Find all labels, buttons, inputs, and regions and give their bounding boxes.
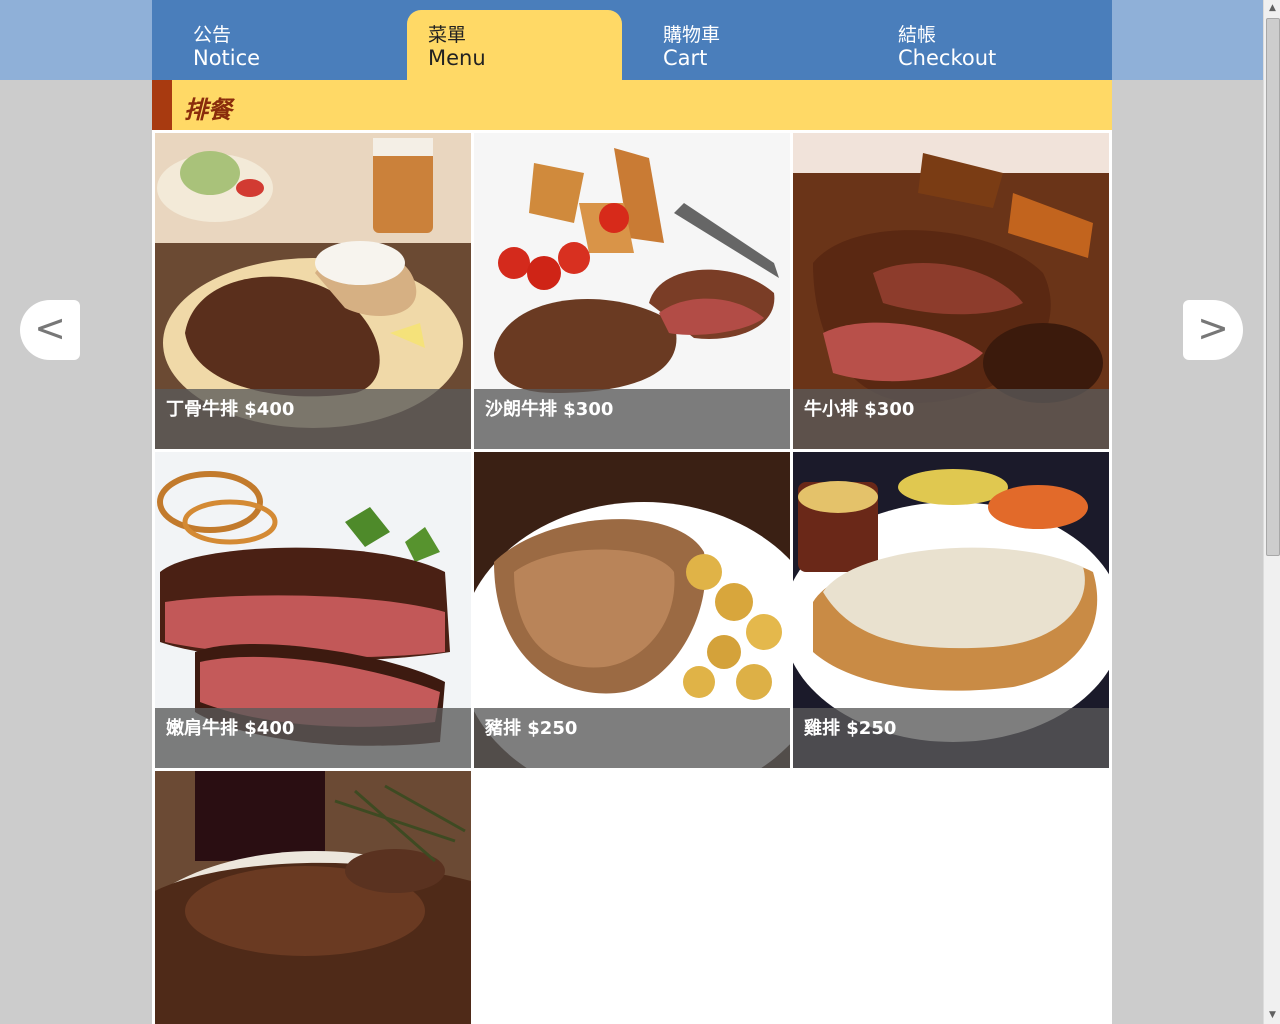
category-title: 排餐 (184, 96, 232, 124)
menu-item-card[interactable]: 雞排 $250 (793, 452, 1109, 768)
tab-notice[interactable]: 公告 Notice (152, 10, 367, 80)
menu-item-label: 豬排 $250 (485, 718, 578, 739)
menu-item-label: 沙朗牛排 $300 (485, 399, 614, 420)
menu-item-card[interactable]: 牛小排 $300 (793, 133, 1109, 449)
menu-item-label: 嫩肩牛排 $400 (166, 718, 295, 739)
menu-item-card[interactable]: 豬排 $250 (474, 452, 790, 768)
menu-item-card[interactable]: 丁骨牛排 $400 (155, 133, 471, 449)
scroll-down-arrow-icon[interactable]: ▼ (1264, 1007, 1280, 1024)
tab-cart[interactable]: 購物車 Cart (642, 10, 857, 80)
tab-notice-en-label: Notice (193, 46, 261, 70)
braised-meat-photo (155, 771, 471, 1024)
tab-menu-zh-label: 菜單 (428, 24, 467, 46)
next-arrow-button[interactable]: > (1183, 300, 1243, 360)
menu-item-caption: 豬排 $250 (474, 708, 790, 768)
menu-item-caption: 牛小排 $300 (793, 389, 1109, 449)
tab-menu[interactable]: 菜單 Menu (407, 10, 622, 80)
menu-grid: 丁骨牛排 $400 沙朗牛排 $300 牛小排 $300 嫩肩牛排 $400 豬… (152, 130, 1112, 1024)
main-navigation: 公告 Notice 菜單 Menu 購物車 Cart 結帳 Checkout (152, 0, 1112, 80)
menu-item-caption: 沙朗牛排 $300 (474, 389, 790, 449)
page-container: 公告 Notice 菜單 Menu 購物車 Cart 結帳 Checkout 排… (152, 0, 1112, 1024)
tab-menu-en-label: Menu (428, 46, 486, 70)
scroll-up-arrow-icon[interactable]: ▲ (1264, 0, 1280, 17)
menu-item-caption: 雞排 $250 (793, 708, 1109, 768)
tab-checkout[interactable]: 結帳 Checkout (877, 10, 1092, 80)
menu-item-caption: 丁骨牛排 $400 (155, 389, 471, 449)
category-accent-bar (152, 80, 172, 130)
tab-checkout-zh-label: 結帳 (898, 24, 937, 46)
menu-item-card[interactable] (155, 771, 471, 1024)
vertical-scrollbar[interactable]: ▲ ▼ (1263, 0, 1280, 1024)
category-header: 排餐 (152, 80, 1112, 130)
tab-checkout-en-label: Checkout (898, 46, 997, 70)
menu-item-label: 牛小排 $300 (804, 399, 915, 420)
previous-arrow-button[interactable]: < (20, 300, 80, 360)
tab-notice-zh-label: 公告 (193, 24, 232, 46)
menu-item-card[interactable]: 沙朗牛排 $300 (474, 133, 790, 449)
menu-item-caption: 嫩肩牛排 $400 (155, 708, 471, 768)
tab-cart-en-label: Cart (663, 46, 708, 70)
menu-item-label: 雞排 $250 (804, 718, 897, 739)
tab-cart-zh-label: 購物車 (663, 24, 721, 46)
menu-item-card[interactable]: 嫩肩牛排 $400 (155, 452, 471, 768)
scrollbar-thumb[interactable] (1266, 18, 1280, 556)
menu-item-label: 丁骨牛排 $400 (166, 399, 295, 420)
